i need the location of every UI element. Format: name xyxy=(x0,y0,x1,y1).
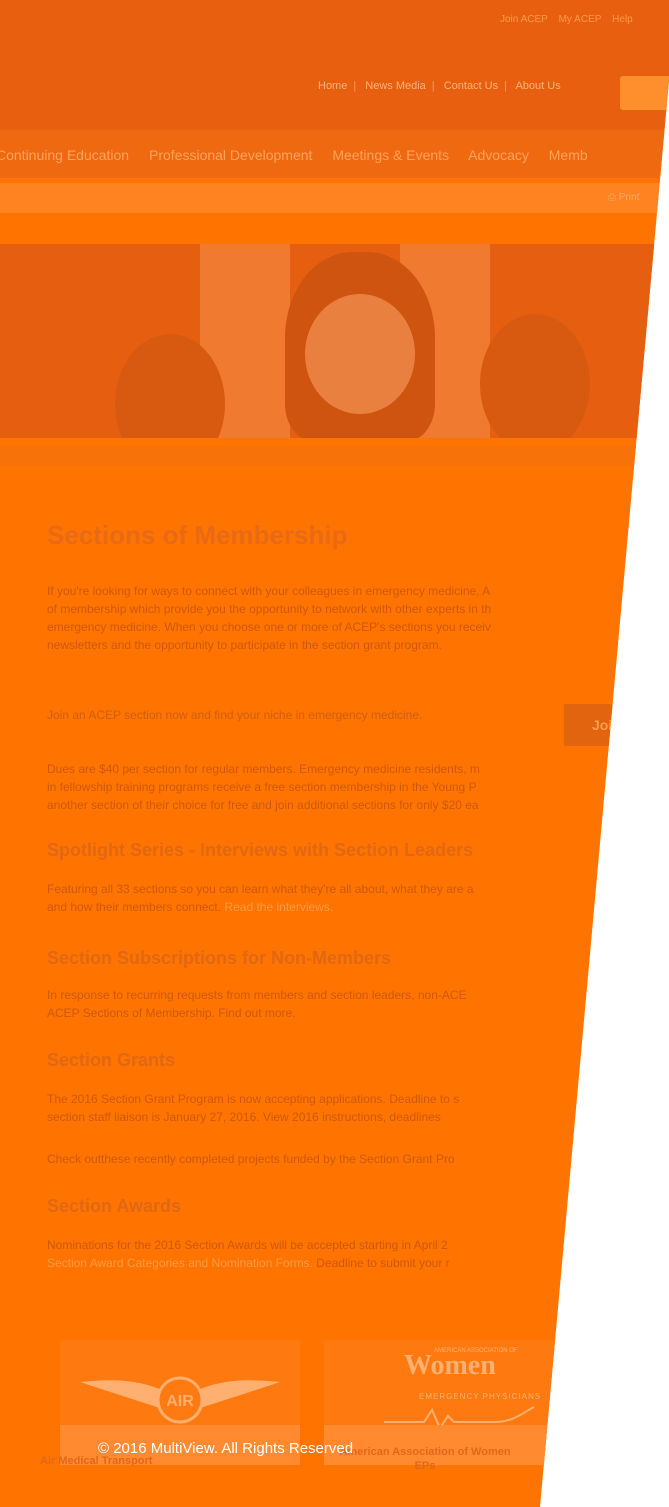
subscriptions-line: ACEP Sections of Membership. Find out mo… xyxy=(47,1006,296,1020)
nav-item-membership[interactable]: Memb xyxy=(549,147,588,163)
intro-line: If you're looking for ways to connect wi… xyxy=(47,584,491,598)
awards-heading: Section Awards xyxy=(47,1196,182,1216)
main-nav: Continuing Education Professional Develo… xyxy=(0,147,604,163)
page-title: Sections of Membership xyxy=(47,520,348,550)
hero-person-face xyxy=(305,294,415,414)
women-logo-sub: EMERGENCY PHYSICIANS xyxy=(419,1392,542,1401)
header-action-button[interactable] xyxy=(620,76,669,110)
utility-nav: Join ACEP My ACEP Help xyxy=(500,14,669,25)
separator: | xyxy=(431,80,435,92)
copyright-notice: © 2016 MultiView. All Rights Reserved xyxy=(98,1440,354,1457)
top-nav-about[interactable]: About Us xyxy=(515,80,560,92)
intro-line: emergency medicine. When you choose one … xyxy=(47,620,491,634)
dues-line: Dues are $40 per section for regular mem… xyxy=(47,762,480,776)
dues-line: in fellowship training programs receive … xyxy=(47,780,477,794)
intro-paragraph: If you're looking for ways to connect wi… xyxy=(47,582,491,654)
top-nav-contact[interactable]: Contact Us xyxy=(444,80,498,92)
print-label: Print xyxy=(618,192,640,203)
nav-item-advocacy[interactable]: Advocacy xyxy=(468,147,529,163)
join-button[interactable]: Join xyxy=(564,704,669,746)
logo-caption-women: American Association of Women EPs xyxy=(339,1446,511,1472)
top-nav-home[interactable]: Home xyxy=(318,80,347,92)
nav-item-development[interactable]: Professional Development xyxy=(149,147,312,163)
spotlight-heading: Spotlight Series - Interviews with Secti… xyxy=(47,840,474,860)
spotlight-line: Featuring all 33 sections so you can lea… xyxy=(47,882,474,896)
grants-line: The 2016 Section Grant Program is now ac… xyxy=(47,1092,460,1106)
nav-item-education[interactable]: Continuing Education xyxy=(0,147,129,163)
print-icon: ⎙ xyxy=(608,192,616,203)
website-screenshot: Join ACEP My ACEP Help Home | News Media |… xyxy=(0,0,669,1507)
grants-projects-line: Check outthese recently completed projec… xyxy=(47,1152,455,1166)
subscriptions-paragraph: In response to recurring requests from m… xyxy=(47,986,467,1022)
print-link[interactable]: ⎙ Print xyxy=(608,192,639,203)
grants-paragraph: The 2016 Section Grant Program is now ac… xyxy=(47,1090,459,1126)
intro-line: newsletters and the opportunity to parti… xyxy=(47,638,442,652)
hero-person xyxy=(480,314,590,438)
separator: | xyxy=(504,80,507,92)
separator: | xyxy=(353,80,357,92)
utility-link[interactable]: My ACEP xyxy=(559,14,602,25)
intro-line: of membership which provide you the oppo… xyxy=(47,602,492,616)
dues-paragraph: Dues are $40 per section for regular mem… xyxy=(47,760,480,814)
join-text: Join an ACEP section now and find your n… xyxy=(47,708,423,722)
utility-link[interactable]: Join ACEP xyxy=(500,14,548,25)
grants-heading: Section Grants xyxy=(47,1050,176,1070)
awards-line: Nominations for the 2016 Section Awards … xyxy=(47,1238,448,1252)
dues-line: another section of their choice for free… xyxy=(47,798,479,812)
nav-item-meetings[interactable]: Meetings & Events xyxy=(332,147,449,163)
subscriptions-heading: Section Subscriptions for Non-Members xyxy=(47,948,392,968)
wings-emblem-icon: AIR xyxy=(80,1376,280,1424)
hero-image xyxy=(0,244,669,438)
read-interviews-link[interactable]: Read the interviews. xyxy=(224,900,333,914)
awards-paragraph: Nominations for the 2016 Section Awards … xyxy=(47,1236,450,1272)
page-toolbar xyxy=(0,183,669,213)
spotlight-paragraph: Featuring all 33 sections so you can lea… xyxy=(47,880,474,916)
utility-link[interactable]: Help xyxy=(612,14,633,25)
award-categories-link[interactable]: Section Award Categories and Nomination … xyxy=(47,1256,313,1270)
air-emblem-text: AIR xyxy=(166,1393,194,1410)
subscriptions-line: In response to recurring requests from m… xyxy=(47,988,467,1002)
divider-band xyxy=(0,446,669,466)
top-nav-news[interactable]: News Media xyxy=(365,80,426,92)
women-logo-word: Women xyxy=(404,1350,496,1381)
spotlight-line: and how their members connect. xyxy=(47,900,222,914)
top-nav: Home | News Media | Contact Us | About Us xyxy=(318,80,561,92)
awards-line: Deadline to submit your r xyxy=(316,1256,450,1270)
grants-line: section staff liaison is January 27, 201… xyxy=(47,1110,441,1124)
